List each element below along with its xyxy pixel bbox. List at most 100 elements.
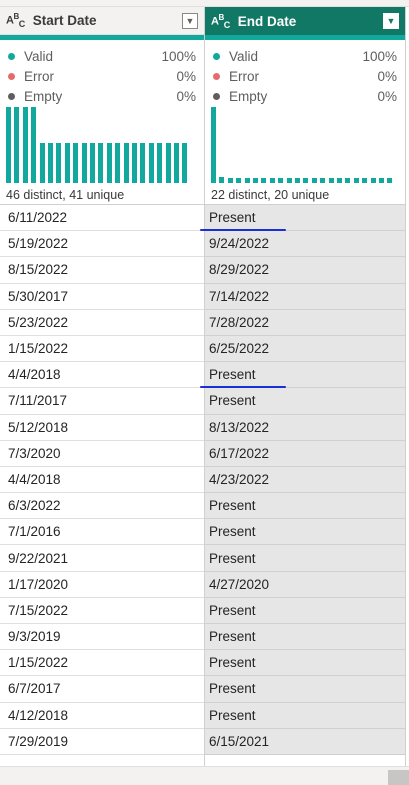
distribution-bar[interactable] [253, 178, 258, 183]
table-cell[interactable]: 6/15/2021 [205, 728, 405, 755]
distribution-bar[interactable] [320, 178, 326, 183]
table-cell[interactable]: 4/4/2018 [0, 362, 204, 389]
distribution-bar[interactable] [345, 178, 351, 183]
table-cell[interactable]: Present [205, 702, 405, 729]
distribution-bar[interactable] [81, 143, 87, 183]
table-cell[interactable]: 7/15/2022 [0, 598, 204, 624]
table-cell[interactable]: 8/13/2022 [205, 414, 405, 441]
distribution-bar[interactable] [165, 143, 171, 183]
column-profile: Valid 100% Error 0% Empty 0% 46 distinct… [0, 40, 204, 205]
distribution-bar[interactable] [295, 178, 300, 183]
table-cell[interactable]: Present [205, 519, 405, 546]
pen-underline [200, 229, 286, 232]
distribution-bar[interactable] [219, 176, 225, 183]
distribution-bar[interactable] [269, 178, 275, 183]
distribution-bar[interactable] [303, 178, 309, 183]
distribution-bar[interactable] [182, 143, 188, 183]
distribution-bar[interactable] [106, 143, 112, 183]
distribution-bar[interactable] [311, 178, 317, 183]
distribution-bar[interactable] [39, 143, 45, 183]
distribution-bar[interactable] [14, 107, 20, 183]
table-cell[interactable]: Present [205, 388, 405, 415]
distribution-bar[interactable] [56, 143, 62, 183]
table-cell[interactable]: 5/23/2022 [0, 310, 204, 336]
distribution-bar[interactable] [174, 143, 179, 183]
distribution-bar[interactable] [48, 143, 53, 183]
column-header-end-date[interactable]: ABC End Date ▼ [205, 7, 405, 35]
distribution-bar[interactable] [362, 178, 368, 183]
distribution-bar[interactable] [157, 143, 163, 183]
table-cell[interactable]: 8/15/2022 [0, 257, 204, 284]
distribution-bar[interactable] [64, 143, 70, 183]
distribution-bar[interactable] [123, 143, 129, 183]
distribution-bar[interactable] [261, 178, 267, 183]
distribution-bar[interactable] [132, 143, 137, 183]
table-cell[interactable]: 5/12/2018 [0, 415, 204, 441]
table-cell[interactable]: 4/4/2018 [0, 467, 204, 494]
table-cell[interactable]: Present [205, 676, 405, 703]
distribution-bar[interactable] [278, 178, 284, 183]
column-profile: Valid 100% Error 0% Empty 0% 22 distinct… [205, 40, 405, 205]
distinct-summary: 46 distinct, 41 unique [6, 188, 125, 202]
table-cell[interactable]: 8/29/2022 [205, 257, 405, 284]
table-cell[interactable]: 4/23/2022 [205, 466, 405, 494]
table-cell[interactable]: 5/19/2022 [0, 231, 204, 258]
distribution-bar[interactable] [90, 143, 95, 183]
distribution-bar[interactable] [98, 143, 104, 183]
distribution-bar[interactable] [31, 107, 37, 183]
table-cell[interactable]: 1/17/2020 [0, 572, 204, 598]
table-cell[interactable]: 1/15/2022 [0, 336, 204, 363]
table-cell[interactable]: 7/14/2022 [205, 283, 405, 310]
table-cell[interactable]: 6/17/2022 [205, 440, 405, 467]
table-cell[interactable]: 7/3/2020 [0, 441, 204, 467]
distribution-bar[interactable] [244, 178, 250, 183]
distribution-bar[interactable] [379, 178, 384, 183]
table-cell[interactable]: 9/22/2021 [0, 545, 204, 572]
scrollbar-thumb[interactable] [388, 770, 409, 785]
distribution-bar[interactable] [236, 178, 242, 183]
table-cell[interactable]: 6/11/2022 [0, 205, 204, 232]
table-cell[interactable]: 7/28/2022 [205, 309, 405, 336]
table-cell[interactable]: 4/27/2020 [205, 571, 405, 598]
table-cell[interactable]: Present [205, 545, 405, 572]
table-cell[interactable]: 9/24/2022 [205, 231, 405, 258]
stat-valid: Valid 100% [8, 46, 196, 66]
distribution-bar[interactable] [22, 107, 28, 183]
chevron-down-icon[interactable]: ▼ [182, 12, 198, 29]
distribution-bar[interactable] [370, 178, 376, 183]
table-cell[interactable]: Present [205, 597, 405, 624]
distribution-bar[interactable] [140, 143, 146, 183]
distribution-bar[interactable] [6, 107, 11, 183]
distribution-bar[interactable] [353, 178, 359, 183]
table-cell[interactable]: Present [205, 205, 405, 232]
column-title: End Date [237, 13, 297, 29]
table-cell[interactable]: Present [205, 493, 405, 520]
table-cell[interactable]: 4/12/2018 [0, 703, 204, 729]
distribution-bar[interactable] [148, 143, 154, 183]
chevron-down-icon[interactable]: ▼ [383, 13, 399, 29]
horizontal-scrollbar[interactable] [0, 766, 409, 785]
distribution-bar[interactable] [337, 178, 342, 183]
column-header-start-date[interactable]: ABC Start Date ▼ [0, 7, 204, 35]
table-cell[interactable]: 7/1/2016 [0, 519, 204, 546]
text-type-icon[interactable]: ABC [211, 13, 230, 30]
table-cell[interactable]: Present [205, 624, 405, 651]
distribution-bar[interactable] [387, 178, 393, 183]
table-cell[interactable]: 6/7/2017 [0, 676, 204, 703]
table-cell[interactable]: 7/29/2019 [0, 729, 204, 755]
distribution-bar[interactable] [328, 178, 334, 183]
table-cell[interactable]: 5/30/2017 [0, 284, 204, 310]
table-cell[interactable]: 1/15/2022 [0, 650, 204, 677]
distribution-bar[interactable] [115, 143, 121, 183]
table-cell[interactable]: 7/11/2017 [0, 388, 204, 415]
distribution-bar[interactable] [227, 178, 233, 183]
table-cell[interactable]: 9/3/2019 [0, 624, 204, 651]
text-type-icon[interactable]: ABC [6, 12, 25, 29]
distribution-bar[interactable] [286, 178, 292, 183]
distribution-bar[interactable] [211, 107, 216, 183]
distribution-bar[interactable] [73, 143, 79, 183]
table-cell[interactable]: Present [205, 362, 405, 389]
table-cell[interactable]: 6/25/2022 [205, 335, 405, 363]
table-cell[interactable]: Present [205, 650, 405, 677]
table-cell[interactable]: 6/3/2022 [0, 493, 204, 520]
